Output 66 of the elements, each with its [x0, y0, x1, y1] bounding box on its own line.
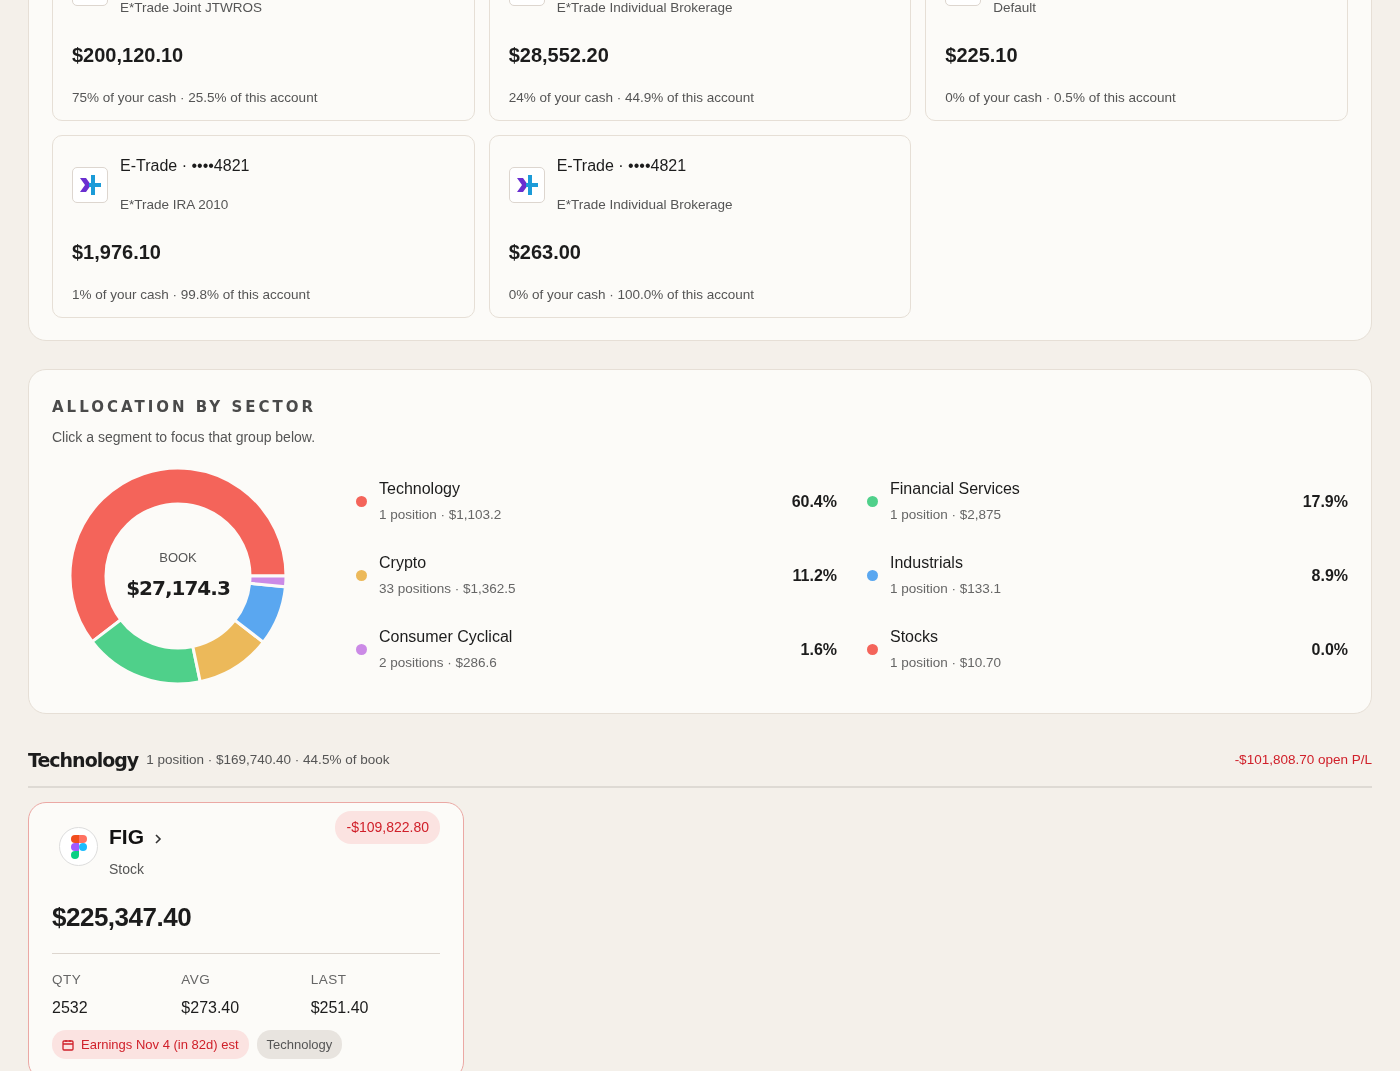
book-label: BOOK	[158, 548, 198, 567]
account-balance: $1,976.10	[72, 240, 162, 266]
sector-item[interactable]: Industrials 1 position · $133.1 8.9%	[867, 538, 1348, 613]
sector-detail: 1 position · $133.1	[890, 580, 1003, 599]
account-subtitle: E*Trade IRA 2010	[120, 196, 230, 214]
sector-tag: Technology	[256, 1029, 343, 1060]
logo-icon	[70, 834, 87, 859]
donut-segment[interactable]	[248, 574, 286, 588]
stat-label: LAST	[310, 970, 348, 989]
sector-name: Consumer Cyclical	[379, 627, 514, 648]
sector-item[interactable]: Consumer Cyclical 2 positions · $286.6 1.6%	[356, 612, 837, 687]
account-balance: $263.00	[508, 240, 582, 266]
sector-detail: 1 position · $10.70	[890, 654, 1003, 673]
sector-percent: 11.2%	[792, 565, 837, 586]
group-title: Technology	[28, 747, 139, 773]
account-share: 1% of your cash · 99.8% of this account	[72, 286, 311, 305]
stat-value: $273.40	[181, 997, 241, 1018]
account-subtitle: Default	[993, 0, 1037, 17]
calendar-icon	[62, 1038, 74, 1051]
account-subtitle: E*Trade Individual Brokerage	[556, 196, 733, 214]
account-share: 0% of your cash · 0.5% of this account	[945, 89, 1177, 108]
sector-percent: 17.9%	[1302, 491, 1348, 512]
stat-label: AVG	[181, 970, 212, 989]
account-share: 24% of your cash · 44.9% of this account	[508, 89, 756, 108]
donut-segment[interactable]	[90, 617, 202, 684]
sector-item[interactable]: Crypto 33 positions · $1,362.5 11.2%	[356, 538, 837, 613]
book-total: $27,174.3	[126, 575, 230, 603]
sector-item[interactable]: Stocks 1 position · $10.70 0.0%	[867, 612, 1348, 687]
section-title: ALLOCATION BY SECTOR	[52, 397, 317, 418]
sector-name: Stocks	[890, 627, 939, 648]
sector-percent: 60.4%	[791, 491, 837, 512]
account-title: E-Trade · ••••4821	[556, 156, 688, 176]
sector-detail: 2 positions · $286.6	[379, 654, 498, 673]
donut-segment[interactable]	[70, 467, 286, 643]
pl-badge: -$109,822.80	[335, 811, 440, 844]
ticker-link[interactable]: FIG	[109, 821, 162, 853]
account-balance: $225.10	[945, 43, 1019, 69]
account-subtitle: E*Trade Individual Brokerage	[556, 0, 733, 17]
sector-percent: 0.0%	[1311, 639, 1348, 660]
chevron-icon	[154, 832, 162, 845]
position-type: Stock	[109, 859, 145, 879]
account-title: E-Trade · ••••4821	[120, 156, 250, 176]
group-summary: 1 position · $169,740.40 · 44.5% of book	[146, 750, 390, 769]
account-balance: $28,552.20	[508, 43, 610, 69]
sector-detail: 1 position · $2,875	[890, 506, 1003, 525]
account-balance: $200,120.10	[72, 43, 185, 69]
sector-item[interactable]: Technology 1 position · $1,103.2 60.4%	[356, 464, 837, 539]
section-hint: Click a segment to focus that group below.	[52, 427, 316, 447]
sector-detail: 1 position · $1,103.2	[379, 506, 503, 525]
group-pl: -$101,808.70 open P/L	[1234, 750, 1372, 769]
sector-item[interactable]: Financial Services 1 position · $2,875 17.9%	[867, 464, 1348, 539]
sector-name: Financial Services	[890, 479, 1021, 500]
stat-label: QTY	[52, 970, 83, 989]
stat-value: 2532	[52, 997, 89, 1018]
sector-percent: 1.6%	[800, 639, 837, 660]
earnings-tag: Earnings Nov 4 (in 82d) est	[52, 1029, 249, 1060]
sector-detail: 33 positions · $1,362.5	[379, 580, 517, 599]
sector-name: Crypto	[379, 553, 428, 574]
account-share: 0% of your cash · 100.0% of this account	[508, 286, 756, 305]
position-value: $225,347.40	[52, 900, 193, 934]
sector-name: Technology	[379, 479, 461, 500]
stat-value: $251.40	[310, 997, 370, 1018]
sector-percent: 8.9%	[1311, 565, 1348, 586]
account-subtitle: E*Trade Joint JTWROS	[120, 0, 263, 17]
sector-name: Industrials	[890, 553, 964, 574]
account-share: 75% of your cash · 25.5% of this account	[72, 89, 319, 108]
